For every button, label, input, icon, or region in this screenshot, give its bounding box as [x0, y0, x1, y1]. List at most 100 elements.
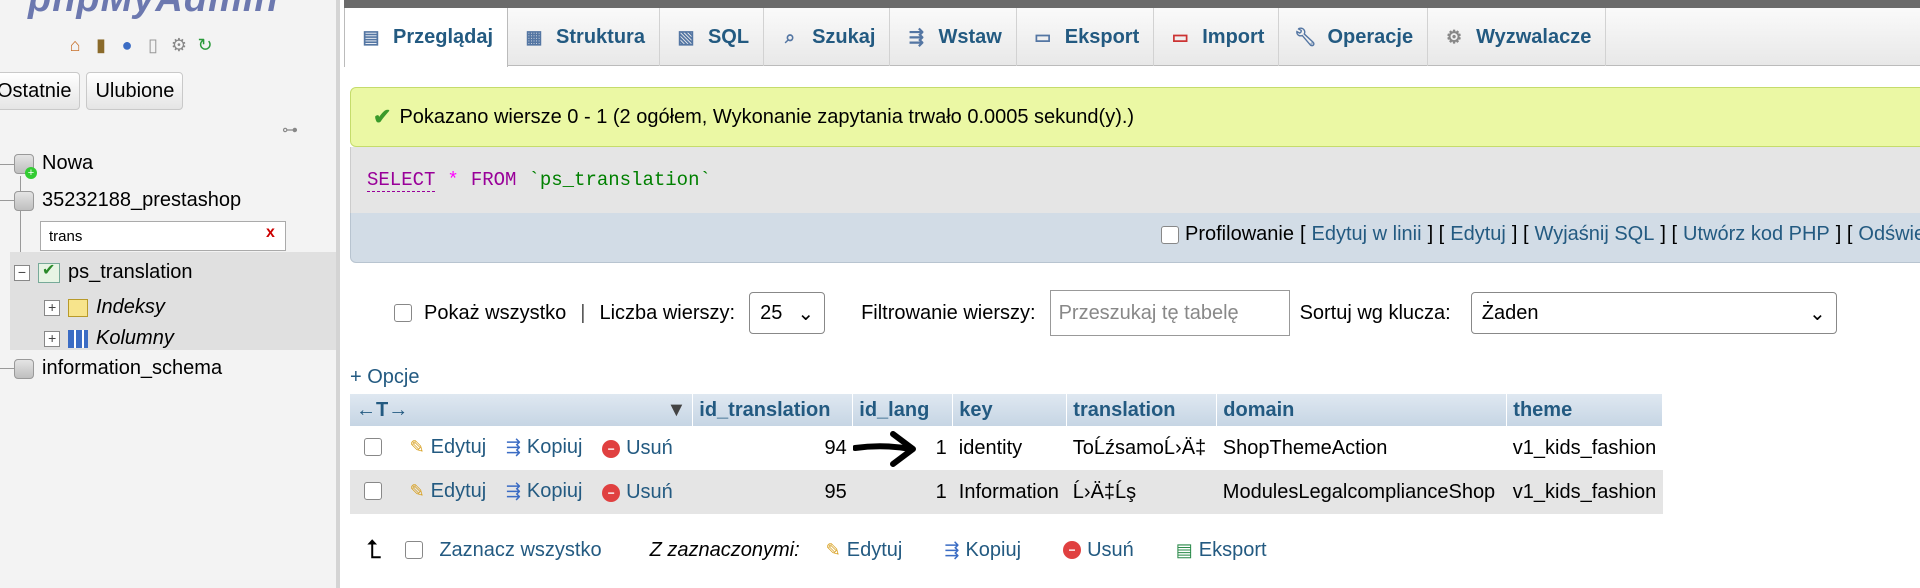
- cell-id-lang[interactable]: 1: [852, 470, 953, 514]
- column-header[interactable]: id_translation: [692, 394, 854, 426]
- cell-id-translation[interactable]: 94: [692, 426, 853, 470]
- table-filter-input[interactable]: [40, 221, 286, 251]
- filter-rows-input[interactable]: Przeszukaj tę tabelę: [1049, 290, 1290, 336]
- action-label: Edytuj: [430, 435, 487, 458]
- column-header[interactable]: id_lang: [852, 394, 954, 426]
- with-selected-label: Z zaznaczonymi:: [649, 538, 800, 561]
- select-all-checkbox[interactable]: [405, 541, 424, 559]
- tree-item-label: Nowa: [42, 152, 94, 174]
- new-database-icon: [14, 153, 37, 179]
- row-copy-button[interactable]: ⇶ Kopiuj: [506, 480, 583, 503]
- tab-import[interactable]: ▭ Import: [1154, 8, 1280, 66]
- row-delete-button[interactable]: − Usuń: [602, 481, 673, 504]
- sort-by-key-value: Żaden: [1481, 301, 1539, 324]
- column-header[interactable]: theme: [1506, 394, 1664, 426]
- browse-icon: ▤: [362, 27, 380, 47]
- edit-inline-link[interactable]: Edytuj w linii: [1312, 223, 1422, 246]
- row-actions: ✎ Edytuj ⇶ Kopiuj − Usuń: [350, 470, 693, 514]
- tab-export[interactable]: ▭ Eksport: [1017, 8, 1155, 66]
- tree-item-columns[interactable]: + Kolumny: [44, 327, 174, 350]
- tab-search[interactable]: ⌕ Szukaj: [764, 8, 891, 66]
- bulk-edit-button[interactable]: ✎ Edytuj: [826, 539, 903, 562]
- explain-sql-link[interactable]: Wyjaśnij SQL: [1535, 223, 1655, 246]
- refresh-link[interactable]: Odśwież: [1858, 223, 1920, 246]
- column-header[interactable]: translation: [1066, 394, 1218, 426]
- tree-item-database[interactable]: 35232188_prestashop: [14, 189, 241, 212]
- row-copy-button[interactable]: ⇶ Kopiuj: [506, 436, 583, 459]
- row-checkbox[interactable]: [364, 482, 382, 501]
- column-nav-arrows[interactable]: ←T→: [356, 399, 408, 421]
- show-all-checkbox[interactable]: [394, 304, 412, 322]
- delete-icon: −: [602, 439, 621, 458]
- row-checkbox[interactable]: [364, 438, 382, 457]
- reload-icon[interactable]: ↻: [194, 34, 216, 56]
- options-link[interactable]: + Opcje: [350, 366, 419, 389]
- rows-count-select[interactable]: 25 ⌄: [749, 292, 826, 334]
- tab-triggers[interactable]: ⚙ Wyzwalacze: [1428, 8, 1607, 66]
- cell-key[interactable]: Information: [952, 470, 1067, 514]
- sort-triangle-icon[interactable]: ▼: [666, 399, 686, 422]
- expand-icon[interactable]: +: [44, 299, 60, 316]
- structure-icon: ▦: [525, 26, 543, 47]
- separator: |: [580, 301, 586, 324]
- tree-item-new[interactable]: Nowa: [14, 152, 94, 179]
- tab-insert[interactable]: ⇶ Wstaw: [890, 8, 1017, 66]
- sort-by-key-select[interactable]: Żaden ⌄: [1470, 292, 1837, 334]
- column-header[interactable]: key: [952, 394, 1068, 426]
- tree-item-indexes[interactable]: + Indeksy: [44, 296, 165, 319]
- home-icon[interactable]: ⌂: [64, 34, 86, 56]
- cell-domain[interactable]: ModulesLegalcomplianceShop: [1216, 470, 1507, 514]
- sql-icon: ▧: [677, 26, 695, 47]
- database-icon: [14, 190, 34, 211]
- column-header[interactable]: domain: [1216, 394, 1508, 426]
- action-label: Usuń: [626, 481, 673, 504]
- edit-link[interactable]: Edytuj: [1450, 223, 1506, 246]
- row-edit-button[interactable]: ✎ Edytuj: [410, 480, 487, 503]
- bulk-export-button[interactable]: ▤ Eksport: [1176, 539, 1267, 562]
- export-icon: ▭: [1034, 26, 1052, 47]
- cell-translation[interactable]: Ĺ›Ä‡Ĺş: [1066, 470, 1217, 514]
- create-php-code-link[interactable]: Utwórz kod PHP: [1683, 223, 1830, 246]
- bulk-copy-button[interactable]: ⇶ Kopiuj: [944, 539, 1021, 562]
- row-delete-button[interactable]: − Usuń: [602, 437, 673, 460]
- export-icon: ▤: [1175, 539, 1193, 560]
- select-all-link[interactable]: Zaznacz wszystko: [439, 539, 601, 562]
- cell-translation[interactable]: ToĹźsamoĹ›Ä‡: [1066, 426, 1217, 470]
- show-all-label: Pokaż wszystko: [424, 301, 567, 324]
- cell-id-translation[interactable]: 95: [692, 470, 853, 514]
- sql-select-keyword[interactable]: SELECT: [367, 169, 436, 192]
- tab-label: Przeglądaj: [393, 26, 494, 48]
- profiling-checkbox[interactable]: [1161, 225, 1179, 244]
- logout-icon[interactable]: ▮: [90, 34, 112, 56]
- cell-theme[interactable]: v1_kids_fashion: [1506, 426, 1663, 470]
- table-header-row: ←T→ ▼ id_translation id_lang key transla…: [350, 394, 1664, 426]
- bulk-delete-button[interactable]: − Usuń: [1063, 539, 1134, 562]
- link-with-main-icon[interactable]: ⊶: [282, 120, 298, 140]
- row-edit-button[interactable]: ✎ Edytuj: [410, 436, 487, 459]
- docs-icon[interactable]: ▯: [142, 34, 164, 56]
- tab-browse[interactable]: ▤ Przeglądaj: [344, 8, 509, 67]
- cell-theme[interactable]: v1_kids_fashion: [1506, 470, 1663, 514]
- tree-line: [0, 164, 14, 165]
- sql-from-keyword: FROM: [470, 169, 517, 191]
- tree-item-database[interactable]: information_schema: [14, 357, 222, 380]
- help-icon[interactable]: ●: [116, 34, 138, 56]
- tree-item-table[interactable]: − ps_translation: [14, 260, 193, 284]
- expand-icon[interactable]: +: [44, 330, 60, 347]
- chevron-down-icon: ⌄: [797, 302, 815, 325]
- cell-key[interactable]: identity: [952, 426, 1067, 470]
- cell-domain[interactable]: ShopThemeAction: [1216, 426, 1507, 470]
- sort-by-key-label: Sortuj wg klucza:: [1299, 301, 1451, 324]
- gear-icon[interactable]: ⚙: [168, 34, 190, 56]
- navigation-controls: Pokaż wszystko | Liczba wierszy: 25 ⌄ Fi…: [394, 290, 1837, 336]
- phpmyadmin-logo[interactable]: phpMyAdmin: [28, 0, 279, 21]
- favorites-tab[interactable]: Ulubione: [86, 72, 184, 110]
- collapse-icon[interactable]: −: [14, 264, 30, 281]
- tab-sql[interactable]: ▧ SQL: [660, 8, 765, 66]
- query-options: Profilowanie [Edytuj w linii] [ Edytuj] …: [1161, 223, 1920, 246]
- tab-structure[interactable]: ▦ Struktura: [508, 8, 660, 66]
- recent-tab[interactable]: Ostatnie: [0, 72, 81, 110]
- tab-operations[interactable]: 🔧︎ Operacje: [1279, 8, 1429, 66]
- sql-star: *: [447, 169, 459, 191]
- clear-filter-icon[interactable]: x: [266, 224, 275, 242]
